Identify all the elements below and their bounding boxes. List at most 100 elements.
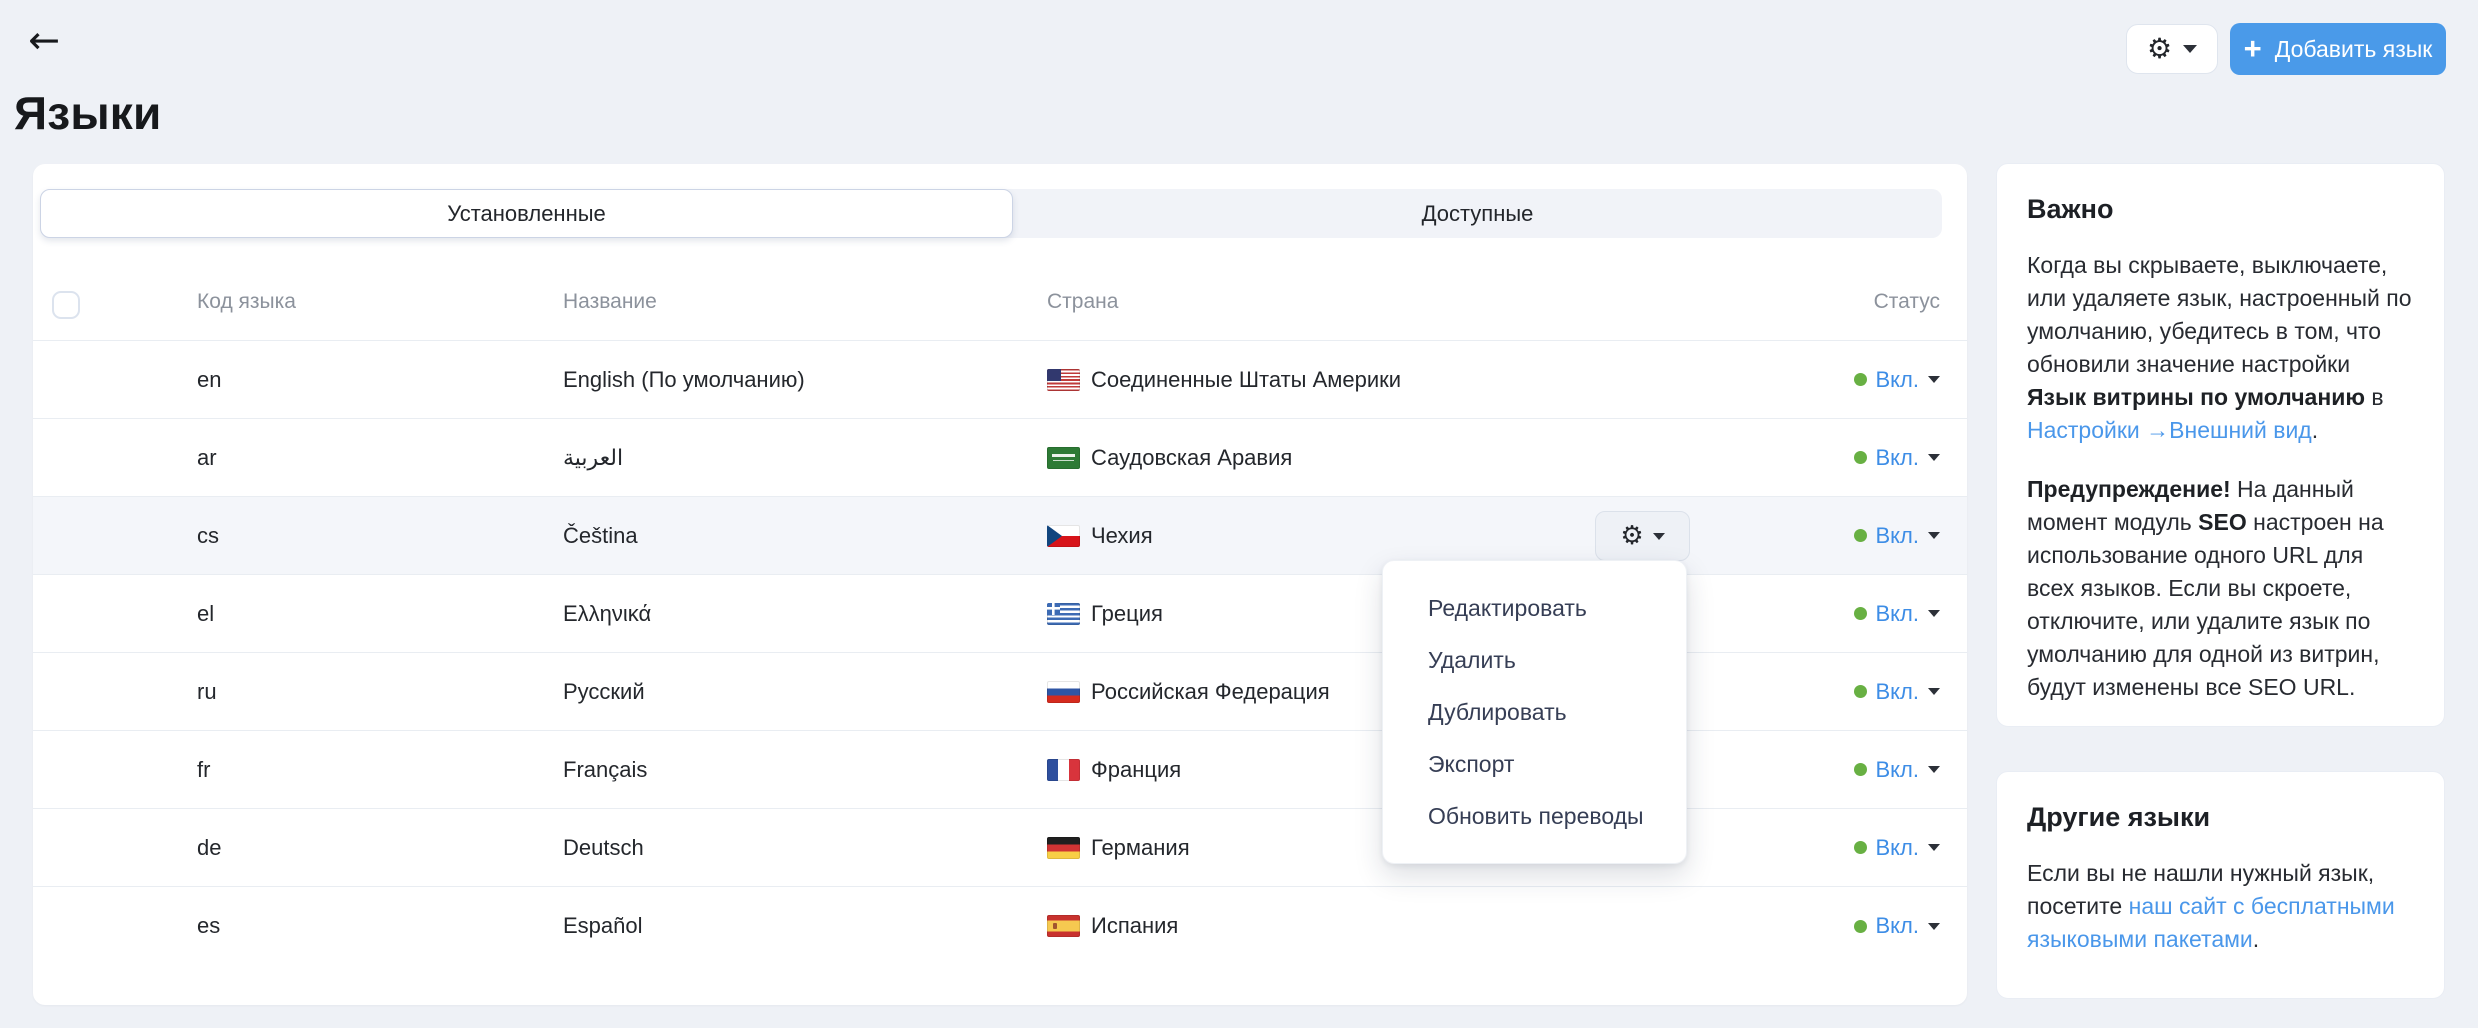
important-p1-mid: в xyxy=(2365,384,2384,410)
menu-item-edit[interactable]: Редактировать xyxy=(1383,582,1686,634)
status-dropdown[interactable]: Вкл. xyxy=(1854,367,1941,393)
important-p1-text: Когда вы скрываете, выключаете, или удал… xyxy=(2027,252,2412,377)
select-all-checkbox[interactable] xyxy=(52,291,80,319)
add-language-button[interactable]: + Добавить язык xyxy=(2230,23,2446,75)
country-flag-icon xyxy=(1047,447,1080,469)
page-title: Языки xyxy=(14,86,162,140)
menu-item-delete[interactable]: Удалить xyxy=(1383,634,1686,686)
status-dropdown[interactable]: Вкл. xyxy=(1854,445,1941,471)
settings-appearance-link[interactable]: Настройки →Внешний вид xyxy=(2027,417,2312,443)
column-header-name: Название xyxy=(563,290,657,314)
chevron-down-icon xyxy=(1928,454,1940,461)
status-dot-icon xyxy=(1854,920,1867,933)
languages-panel: Установленные Доступные Код языка Назван… xyxy=(33,164,1967,1005)
language-code: en xyxy=(197,367,221,393)
table-row: ar العربية Саудовская Аравия Вкл. xyxy=(33,419,1967,497)
status-dot-icon xyxy=(1854,451,1867,464)
tab-available-label: Доступные xyxy=(1422,201,1534,227)
country-name: Саудовская Аравия xyxy=(1091,445,1292,471)
status-dropdown[interactable]: Вкл. xyxy=(1854,913,1941,939)
status-label: Вкл. xyxy=(1876,679,1920,705)
country-flag-icon xyxy=(1047,603,1080,625)
language-code: cs xyxy=(197,523,219,549)
menu-item-update-translations[interactable]: Обновить переводы xyxy=(1383,790,1686,842)
gear-icon: ⚙ xyxy=(2147,35,2172,63)
warning-bold: Предупреждение! xyxy=(2027,476,2231,502)
status-dropdown[interactable]: Вкл. xyxy=(1854,523,1941,549)
language-code: ar xyxy=(197,445,217,471)
status-dropdown[interactable]: Вкл. xyxy=(1854,757,1941,783)
country-name: Соединенные Штаты Америки xyxy=(1091,367,1401,393)
language-code: fr xyxy=(197,757,210,783)
other-languages-panel: Другие языки Если вы не нашли нужный язы… xyxy=(1996,771,2445,999)
country-flag-icon xyxy=(1047,525,1080,547)
back-arrow-icon: ← xyxy=(28,18,60,62)
important-title: Важно xyxy=(2027,194,2414,225)
row-actions-dropdown-button[interactable]: ⚙ xyxy=(1595,511,1690,561)
chevron-down-icon xyxy=(2183,45,2197,53)
other-languages-end: . xyxy=(2253,926,2259,952)
plus-icon: + xyxy=(2244,33,2262,64)
status-dropdown[interactable]: Вкл. xyxy=(1854,601,1941,627)
menu-item-duplicate[interactable]: Дублировать xyxy=(1383,686,1686,738)
status-dot-icon xyxy=(1854,763,1867,776)
country-name: Франция xyxy=(1091,757,1181,783)
table-row: en English (По умолчанию) Соединенные Шт… xyxy=(33,341,1967,419)
language-name: Ελληνικά xyxy=(563,601,651,627)
column-header-status: Статус xyxy=(1874,290,1940,314)
other-languages-title: Другие языки xyxy=(2027,802,2414,833)
status-dot-icon xyxy=(1854,529,1867,542)
column-header-country: Страна xyxy=(1047,290,1118,314)
status-dot-icon xyxy=(1854,841,1867,854)
add-language-label: Добавить язык xyxy=(2275,36,2433,63)
other-languages-paragraph: Если вы не нашли нужный язык, посетите н… xyxy=(2027,857,2414,956)
country-name: Греция xyxy=(1091,601,1163,627)
chevron-down-icon xyxy=(1928,376,1940,383)
chevron-down-icon xyxy=(1928,923,1940,930)
status-dot-icon xyxy=(1854,607,1867,620)
important-p1-end: . xyxy=(2312,417,2318,443)
language-name: Español xyxy=(563,913,643,939)
status-label: Вкл. xyxy=(1876,445,1920,471)
country-flag-icon xyxy=(1047,915,1080,937)
important-panel: Важно Когда вы скрываете, выключаете, ил… xyxy=(1996,163,2445,727)
gear-icon: ⚙ xyxy=(1620,523,1643,549)
country-flag-icon xyxy=(1047,681,1080,703)
back-button[interactable]: ← xyxy=(22,18,66,62)
chevron-down-icon xyxy=(1928,610,1940,617)
country-name: Чехия xyxy=(1091,523,1153,549)
status-label: Вкл. xyxy=(1876,367,1920,393)
status-dropdown[interactable]: Вкл. xyxy=(1854,679,1941,705)
country-name: Германия xyxy=(1091,835,1190,861)
country-flag-icon xyxy=(1047,837,1080,859)
language-code: el xyxy=(197,601,214,627)
chevron-down-icon xyxy=(1653,533,1665,540)
country-flag-icon xyxy=(1047,369,1080,391)
row-actions-menu: Редактировать Удалить Дублировать Экспор… xyxy=(1382,560,1687,864)
status-dropdown[interactable]: Вкл. xyxy=(1854,835,1941,861)
menu-item-export[interactable]: Экспорт xyxy=(1383,738,1686,790)
language-code: es xyxy=(197,913,220,939)
language-name: العربية xyxy=(563,445,623,471)
language-code: de xyxy=(197,835,221,861)
language-name: Français xyxy=(563,757,647,783)
column-header-code: Код языка xyxy=(197,290,296,314)
language-code: ru xyxy=(197,679,217,705)
settings-dropdown-button[interactable]: ⚙ xyxy=(2126,24,2218,74)
tabs-bar: Установленные Доступные xyxy=(40,189,1942,238)
important-paragraph-2: Предупреждение! На данный момент модуль … xyxy=(2027,473,2414,704)
chevron-down-icon xyxy=(1928,688,1940,695)
status-dot-icon xyxy=(1854,373,1867,386)
chevron-down-icon xyxy=(1928,766,1940,773)
tab-installed-label: Установленные xyxy=(447,201,606,227)
warning-text-2: настроен на использование одного URL для… xyxy=(2027,509,2384,700)
important-paragraph-1: Когда вы скрываете, выключаете, или удал… xyxy=(2027,249,2414,447)
status-label: Вкл. xyxy=(1876,601,1920,627)
language-name: Čeština xyxy=(563,523,638,549)
country-flag-icon xyxy=(1047,759,1080,781)
chevron-down-icon xyxy=(1928,532,1940,539)
status-label: Вкл. xyxy=(1876,757,1920,783)
tab-available[interactable]: Доступные xyxy=(1013,189,1942,238)
status-label: Вкл. xyxy=(1876,835,1920,861)
tab-installed[interactable]: Установленные xyxy=(40,189,1013,238)
